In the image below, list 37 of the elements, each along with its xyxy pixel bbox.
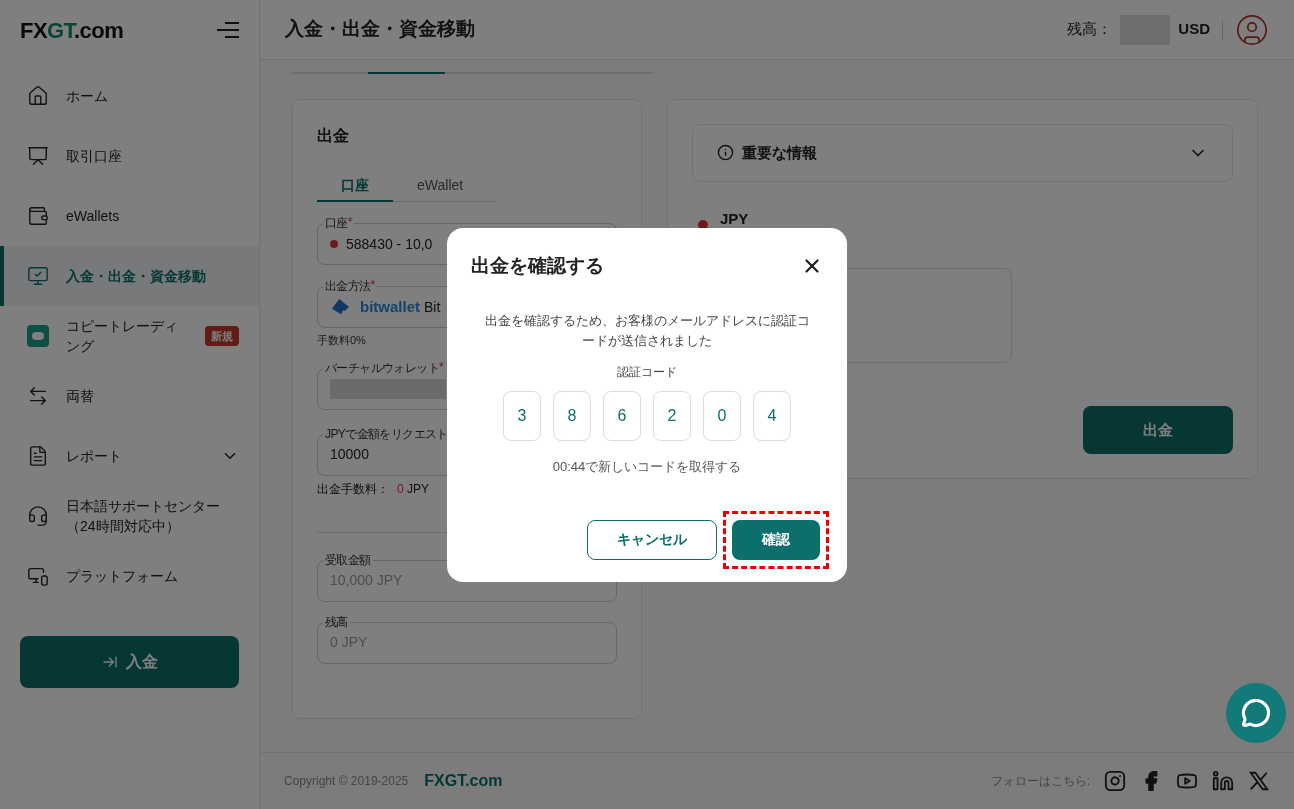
accordion-title: 重要な情報: [742, 142, 818, 163]
new-badge: 新規: [205, 325, 239, 347]
fee-note: 手数料0%: [317, 333, 366, 348]
sidebar-label: 両替: [66, 387, 95, 406]
bitwallet-logo-text: bitwallet: [360, 296, 420, 317]
required-mark: *: [347, 216, 353, 229]
dialog-message: 出金を確認するため、お客様のメールアドレスに認証コードが送信されました: [483, 312, 811, 350]
required-mark: *: [370, 279, 376, 292]
code-label: 認証コード: [616, 364, 678, 381]
field-label: 受取金額: [325, 552, 371, 567]
sidebar-label: eWallets: [66, 207, 121, 226]
balance-label: 残高：: [1067, 19, 1113, 40]
fee-value: 0 JPY: [397, 480, 430, 498]
field-label: 出金方法: [325, 279, 371, 293]
dialog-title: 出金を確認する: [471, 253, 604, 278]
method-value: Bit: [424, 297, 441, 317]
field-label: 口座: [325, 216, 348, 230]
page-title: 入金・出金・資金移動: [285, 17, 475, 42]
field-label: 残高: [325, 614, 348, 629]
resend-text: 00:44で新しいコードを取得する: [551, 458, 743, 476]
field-label: バーチャルウォレット: [325, 360, 439, 375]
sidebar-label: 日本語サポートセンター（24時間対応中）: [66, 497, 221, 536]
amount-value: 10000: [330, 445, 369, 464]
account-value: 588430 - 10,0: [346, 234, 433, 254]
field-label: JPYで金額をリクエスト: [325, 426, 448, 441]
sidebar-label: レポート: [66, 447, 123, 466]
required-mark: *: [439, 360, 444, 374]
sidebar-label: ホーム: [66, 87, 109, 106]
sidebar-label: 取引口座: [66, 147, 123, 166]
sidebar-label: プラットフォーム: [66, 567, 179, 586]
card-title: 出金: [317, 126, 350, 146]
currency-label: JPY: [720, 208, 749, 229]
sidebar-label: コピートレーディング: [66, 317, 179, 356]
fee-label: 出金手数料：: [317, 480, 389, 498]
sidebar-label: 入金・出金・資金移動: [66, 267, 207, 286]
currency-label: USD: [1178, 19, 1210, 40]
copyright-text: Copyright © 2019-2025: [284, 773, 409, 790]
